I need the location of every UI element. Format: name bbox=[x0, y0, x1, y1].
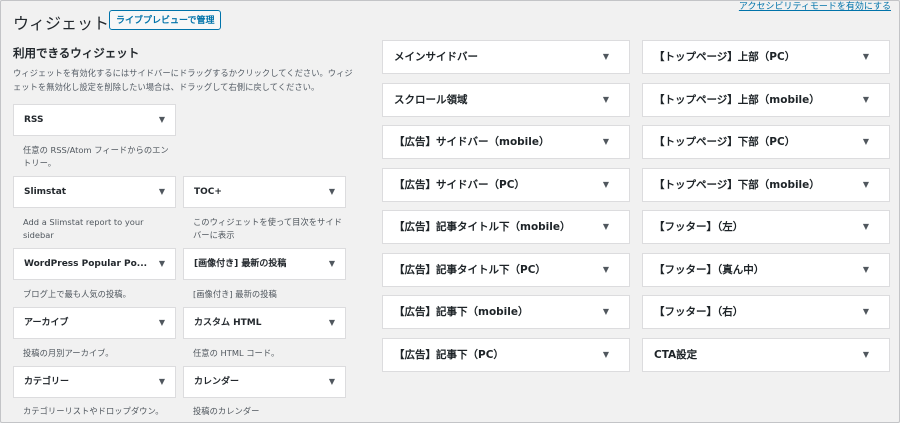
caret-down-icon[interactable]: ▼ bbox=[863, 211, 869, 243]
sidebar-top-page-lower-pc[interactable]: 【トップページ】下部（PC） ▼ bbox=[642, 125, 890, 159]
accessibility-mode-link[interactable]: アクセシビリティモードを有効にする bbox=[739, 1, 891, 12]
sidebar-top-page-lower-mobile[interactable]: 【トップページ】下部（mobile） ▼ bbox=[642, 168, 890, 202]
caret-down-icon[interactable]: ▼ bbox=[603, 296, 609, 328]
sidebar-title: 【トップページ】下部（mobile） bbox=[654, 179, 820, 191]
widget-title: アーカイブ bbox=[24, 318, 69, 328]
widget-description: Add a Slimstat report to your sidebar bbox=[23, 217, 144, 240]
sidebar-main[interactable]: メインサイドバー ▼ bbox=[382, 40, 630, 74]
widget-recent-posts-with-images[interactable]: [画像付き] 最新の投稿 ▼ bbox=[183, 248, 346, 280]
widget-description: 投稿のカレンダー bbox=[193, 406, 260, 416]
sidebar-title: メインサイドバー bbox=[394, 51, 478, 63]
sidebar-ad-sidebar-mobile[interactable]: 【広告】サイドバー（mobile） ▼ bbox=[382, 125, 630, 159]
widget-title: カスタム HTML bbox=[194, 318, 262, 328]
sidebar-title: 【広告】サイドバー（mobile） bbox=[394, 136, 550, 148]
caret-down-icon[interactable]: ▼ bbox=[863, 41, 869, 73]
sidebar-title: 【広告】記事下（mobile） bbox=[394, 306, 529, 318]
widget-archives[interactable]: アーカイブ ▼ bbox=[13, 307, 176, 339]
caret-down-icon[interactable]: ▼ bbox=[603, 126, 609, 158]
sidebar-title: 【トップページ】上部（mobile） bbox=[654, 94, 820, 106]
sidebar-title: CTA設定 bbox=[654, 349, 698, 361]
widget-title: TOC+ bbox=[194, 187, 222, 197]
caret-down-icon[interactable]: ▼ bbox=[603, 339, 609, 371]
sidebar-title: 【広告】記事タイトル下（mobile） bbox=[394, 221, 571, 233]
sidebar-top-page-upper-pc[interactable]: 【トップページ】上部（PC） ▼ bbox=[642, 40, 890, 74]
caret-down-icon[interactable]: ▼ bbox=[863, 169, 869, 201]
sidebar-title: 【フッター】（右） bbox=[654, 306, 744, 318]
caret-down-icon[interactable]: ▼ bbox=[159, 177, 165, 207]
widget-description: [画像付き] 最新の投稿 bbox=[193, 289, 277, 299]
sidebar-footer-right[interactable]: 【フッター】（右） ▼ bbox=[642, 295, 890, 329]
caret-down-icon[interactable]: ▼ bbox=[159, 105, 165, 135]
sidebar-ad-below-title-pc[interactable]: 【広告】記事タイトル下（PC） ▼ bbox=[382, 253, 630, 287]
widget-title: Slimstat bbox=[24, 187, 67, 197]
sidebar-title: 【広告】記事下（PC） bbox=[394, 349, 504, 361]
caret-down-icon[interactable]: ▼ bbox=[863, 84, 869, 116]
caret-down-icon[interactable]: ▼ bbox=[603, 254, 609, 286]
available-widgets-description: ウィジェットを有効化するにはサイドバーにドラッグするかクリックしてください。ウィ… bbox=[13, 68, 353, 92]
sidebar-title: スクロール領域 bbox=[394, 94, 468, 106]
sidebar-ad-below-article-mobile[interactable]: 【広告】記事下（mobile） ▼ bbox=[382, 295, 630, 329]
widgets-screen: アクセシビリティモードを有効にする ウィジェット ライブプレビューで管理 利用で… bbox=[0, 0, 900, 423]
widget-title: カテゴリー bbox=[24, 377, 70, 387]
widget-description: 投稿の月別アーカイブ。 bbox=[23, 348, 114, 358]
widget-categories[interactable]: カテゴリー ▼ bbox=[13, 366, 176, 398]
widget-custom-html[interactable]: カスタム HTML ▼ bbox=[183, 307, 346, 339]
sidebar-top-page-upper-mobile[interactable]: 【トップページ】上部（mobile） ▼ bbox=[642, 83, 890, 117]
sidebar-ad-sidebar-pc[interactable]: 【広告】サイドバー（PC） ▼ bbox=[382, 168, 630, 202]
widget-description: 任意の HTML コード。 bbox=[193, 348, 280, 358]
widget-description: カテゴリーリストやドロップダウン。 bbox=[23, 406, 164, 416]
sidebar-ad-below-article-pc[interactable]: 【広告】記事下（PC） ▼ bbox=[382, 338, 630, 372]
widget-description: このウィジェットを使って目次をサイドバーに表示 bbox=[193, 217, 342, 240]
sidebar-title: 【トップページ】下部（PC） bbox=[654, 136, 796, 148]
widget-description: ブログ上で最も人気の投稿。 bbox=[23, 289, 131, 299]
caret-down-icon[interactable]: ▼ bbox=[159, 367, 165, 397]
sidebar-title: 【トップページ】上部（PC） bbox=[654, 51, 796, 63]
sidebar-title: 【広告】記事タイトル下（PC） bbox=[394, 264, 546, 276]
widget-toc-plus[interactable]: TOC+ ▼ bbox=[183, 176, 346, 208]
sidebar-ad-below-title-mobile[interactable]: 【広告】記事タイトル下（mobile） ▼ bbox=[382, 210, 630, 244]
widget-title: [画像付き] 最新の投稿 bbox=[194, 259, 287, 269]
caret-down-icon[interactable]: ▼ bbox=[329, 249, 335, 279]
caret-down-icon[interactable]: ▼ bbox=[863, 296, 869, 328]
caret-down-icon[interactable]: ▼ bbox=[159, 249, 165, 279]
caret-down-icon[interactable]: ▼ bbox=[603, 169, 609, 201]
caret-down-icon[interactable]: ▼ bbox=[863, 126, 869, 158]
widget-wordpress-popular-posts[interactable]: WordPress Popular Po... ▼ bbox=[13, 248, 176, 280]
widget-title: RSS bbox=[24, 115, 44, 125]
caret-down-icon[interactable]: ▼ bbox=[329, 308, 335, 338]
sidebar-scroll-area[interactable]: スクロール領域 ▼ bbox=[382, 83, 630, 117]
page-title: ウィジェット bbox=[13, 14, 110, 33]
sidebar-footer-center[interactable]: 【フッター】（真ん中） ▼ bbox=[642, 253, 890, 287]
caret-down-icon[interactable]: ▼ bbox=[863, 339, 869, 371]
caret-down-icon[interactable]: ▼ bbox=[603, 211, 609, 243]
sidebar-footer-left[interactable]: 【フッター】（左） ▼ bbox=[642, 210, 890, 244]
widget-title: WordPress Popular Po... bbox=[24, 259, 148, 269]
caret-down-icon[interactable]: ▼ bbox=[863, 254, 869, 286]
caret-down-icon[interactable]: ▼ bbox=[329, 367, 335, 397]
sidebar-title: 【フッター】（真ん中） bbox=[654, 264, 765, 276]
caret-down-icon[interactable]: ▼ bbox=[329, 177, 335, 207]
sidebar-title: 【フッター】（左） bbox=[654, 221, 744, 233]
sidebar-cta-settings[interactable]: CTA設定 ▼ bbox=[642, 338, 890, 372]
widget-title: カレンダー bbox=[194, 377, 240, 387]
caret-down-icon[interactable]: ▼ bbox=[603, 84, 609, 116]
live-preview-button[interactable]: ライブプレビューで管理 bbox=[109, 10, 222, 30]
sidebar-title: 【広告】サイドバー（PC） bbox=[394, 179, 525, 191]
caret-down-icon[interactable]: ▼ bbox=[159, 308, 165, 338]
widget-slimstat[interactable]: Slimstat ▼ bbox=[13, 176, 176, 208]
caret-down-icon[interactable]: ▼ bbox=[603, 41, 609, 73]
widget-calendar[interactable]: カレンダー ▼ bbox=[183, 366, 346, 398]
widget-rss[interactable]: RSS ▼ bbox=[13, 104, 176, 136]
widget-description: 任意の RSS/Atom フィードからのエントリー。 bbox=[23, 145, 169, 168]
available-widgets-heading: 利用できるウィジェット bbox=[13, 46, 140, 60]
